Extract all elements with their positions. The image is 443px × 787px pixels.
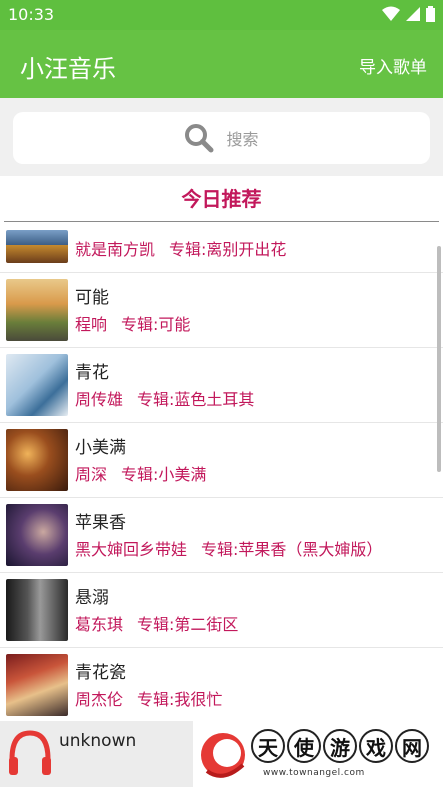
song-row[interactable]: 青花 周传雄 专辑:蓝色土耳其 <box>0 348 443 423</box>
song-meta: 周深 专辑:小美满 <box>75 461 206 485</box>
watermark-char: 使 <box>287 729 321 763</box>
watermark-char: 网 <box>395 729 429 763</box>
song-meta: 就是南方凯 专辑:离别开出花 <box>75 236 286 260</box>
app-bar: 小汪音乐 导入歌单 <box>0 30 443 98</box>
song-row[interactable]: 就是南方凯 专辑:离别开出花 <box>0 222 443 273</box>
album-cover <box>6 230 68 263</box>
watermark-banner: 天 使 游 戏 网 www.townangel.com <box>193 721 443 787</box>
album-cover <box>6 504 68 566</box>
watermark-url: www.townangel.com <box>263 768 365 778</box>
song-title: 悬溺 <box>75 588 109 608</box>
now-playing-title: unknown <box>59 731 137 751</box>
song-list: 就是南方凯 专辑:离别开出花 可能 程响 专辑:可能 青花 周传雄 专辑:蓝色土耳其 … <box>0 222 443 721</box>
battery-icon <box>426 6 435 22</box>
song-title: 苹果香 <box>75 513 126 533</box>
mini-player[interactable]: unknown <box>0 721 193 787</box>
song-artist: 周传雄 <box>75 390 124 409</box>
import-playlist-button[interactable]: 导入歌单 <box>359 53 427 78</box>
song-album: 专辑:蓝色土耳其 <box>137 390 255 409</box>
wifi-icon <box>382 6 400 21</box>
song-meta: 周杰伦 专辑:我很忙 <box>75 686 222 710</box>
song-album: 专辑:我很忙 <box>137 690 223 709</box>
song-artist: 黑大婶回乡带娃 <box>75 540 188 559</box>
watermark-char: 游 <box>323 729 357 763</box>
song-meta: 程响 专辑:可能 <box>75 311 190 335</box>
album-cover <box>6 279 68 341</box>
song-album: 专辑:第二街区 <box>137 615 239 634</box>
song-row[interactable]: 苹果香 黑大婶回乡带娃 专辑:苹果香（黑大婶版） <box>0 498 443 573</box>
album-cover <box>6 654 68 716</box>
signal-icon <box>406 7 420 21</box>
song-album: 专辑:离别开出花 <box>169 240 287 259</box>
song-album: 专辑:可能 <box>121 315 191 334</box>
status-time: 10:33 <box>8 5 55 24</box>
song-artist: 周深 <box>75 465 108 484</box>
song-row[interactable]: 悬溺 葛东琪 专辑:第二街区 <box>0 573 443 648</box>
song-title: 可能 <box>75 288 109 308</box>
song-meta: 周传雄 专辑:蓝色土耳其 <box>75 386 254 410</box>
song-row[interactable]: 青花瓷 周杰伦 专辑:我很忙 <box>0 648 443 721</box>
song-artist: 葛东琪 <box>75 615 124 634</box>
search-area: 搜索 <box>0 98 443 176</box>
album-cover <box>6 579 68 641</box>
song-title: 青花 <box>75 363 109 383</box>
search-icon <box>185 124 214 153</box>
song-album: 专辑:苹果香（黑大婶版） <box>201 540 383 559</box>
song-album: 专辑:小美满 <box>121 465 207 484</box>
song-row[interactable]: 小美满 周深 专辑:小美满 <box>0 423 443 498</box>
song-title: 青花瓷 <box>75 663 126 683</box>
search-input[interactable]: 搜索 <box>13 112 430 164</box>
status-bar: 10:33 <box>0 0 443 30</box>
song-meta: 葛东琪 专辑:第二街区 <box>75 611 238 635</box>
app-title: 小汪音乐 <box>20 55 116 83</box>
section-title: 今日推荐 <box>181 187 262 211</box>
recommend-section: 今日推荐 就是南方凯 专辑:离别开出花 可能 程响 专辑:可能 青花 周传雄 专辑:蓝… <box>0 176 443 721</box>
song-meta: 黑大婶回乡带娃 专辑:苹果香（黑大婶版） <box>75 536 382 560</box>
watermark-text: 天 使 游 戏 网 <box>251 729 429 763</box>
album-cover <box>6 429 68 491</box>
watermark-char: 戏 <box>359 729 393 763</box>
search-placeholder: 搜索 <box>226 130 259 149</box>
watermark-logo <box>201 733 245 778</box>
album-cover <box>6 354 68 416</box>
song-row[interactable]: 可能 程响 专辑:可能 <box>0 273 443 348</box>
song-artist: 程响 <box>75 315 108 334</box>
list-scrollbar[interactable] <box>437 246 441 472</box>
watermark-char: 天 <box>251 729 285 763</box>
song-artist: 就是南方凯 <box>75 240 156 259</box>
status-icons <box>382 6 435 22</box>
headphones-icon <box>9 730 51 775</box>
song-title: 小美满 <box>75 438 126 458</box>
song-artist: 周杰伦 <box>75 690 124 709</box>
